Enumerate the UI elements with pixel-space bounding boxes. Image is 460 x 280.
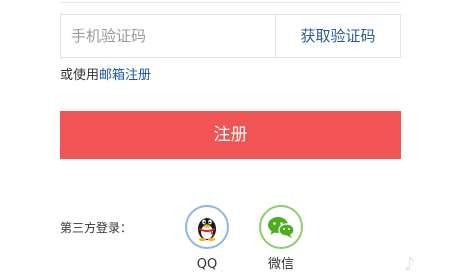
qq-label[interactable]: QQ: [183, 256, 231, 273]
wechat-icon: [268, 217, 295, 238]
wechat-login-button[interactable]: 微信: [257, 205, 305, 273]
alt-register-text: 或使用邮箱注册: [60, 67, 151, 85]
wechat-label[interactable]: 微信: [257, 256, 305, 273]
sms-code-input[interactable]: [61, 15, 275, 57]
sms-code-row: 获取验证码: [60, 14, 401, 58]
third-party-login-label: 第三方登录：: [60, 221, 133, 235]
corner-watermark-icon: ♪: [404, 254, 416, 275]
qq-login-button[interactable]: QQ: [183, 205, 231, 273]
register-button[interactable]: 注册: [60, 111, 401, 159]
qq-penguin-icon: [198, 218, 216, 242]
alt-register-prefix: 或使用: [60, 68, 100, 83]
qq-icon-circle[interactable]: [185, 205, 229, 249]
get-code-button[interactable]: 获取验证码: [276, 15, 400, 57]
email-register-link[interactable]: 邮箱注册: [99, 68, 151, 83]
register-form: 获取验证码 或使用邮箱注册 注册 第三方登录：: [0, 0, 460, 280]
wechat-icon-circle[interactable]: [259, 205, 303, 249]
previous-field-edge: [60, 0, 401, 3]
